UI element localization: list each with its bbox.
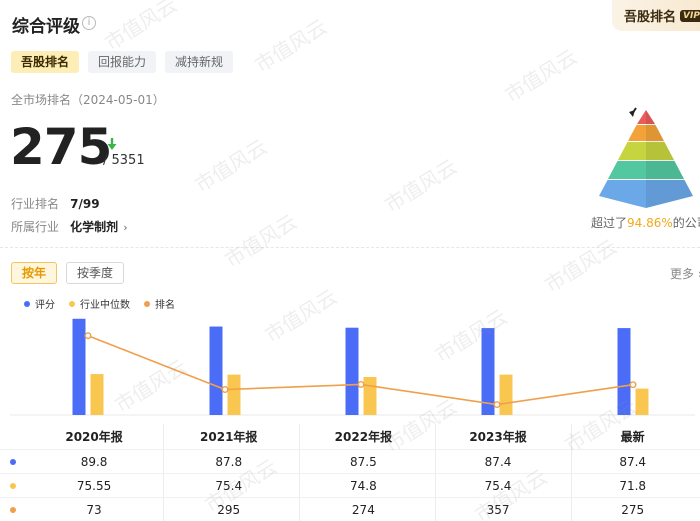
bar-score[interactable] [72, 318, 86, 415]
watermark: 市值风云 [540, 234, 622, 298]
info-icon[interactable]: i [82, 16, 96, 30]
table-cell: 87.5 [350, 454, 377, 469]
watermark: 市值风云 [220, 209, 302, 273]
table-header-row: 2020年报 2021年报 2022年报 2023年报 最新 [0, 424, 700, 450]
tab-by-quarter[interactable]: 按季度 [66, 262, 125, 284]
tab-by-year[interactable]: 按年 [11, 262, 58, 284]
table-cell: 295 [217, 502, 241, 517]
column-separator [299, 424, 300, 521]
row-dot-median [10, 482, 17, 489]
column-separator [571, 424, 572, 521]
rank-point[interactable] [84, 332, 92, 340]
chart-legend: 评分 行业中位数 排名 [24, 296, 175, 311]
legend-item-rank[interactable]: 排名 [144, 296, 175, 311]
watermark: 市值风云 [100, 0, 182, 56]
table-header-cell: 最新 [620, 430, 645, 444]
top-tabs: 吾股排名 回报能力 减持新规 [11, 51, 234, 73]
industry-rank-value: 7/99 [70, 197, 100, 211]
promo-label: 吾股排名 [624, 10, 677, 25]
table-row-score: 89.8 87.8 87.5 87.4 87.4 [0, 450, 700, 474]
table-cell: 87.4 [484, 454, 512, 469]
table-cell: 89.8 [80, 454, 108, 469]
page-title: 综合评级 [12, 17, 80, 37]
watermark: 市值风云 [380, 154, 462, 218]
table-cell: 75.4 [484, 478, 512, 493]
promo-banner[interactable]: 吾股排名 VIP [612, 0, 700, 31]
column-separator [435, 424, 436, 521]
table-cell: 274 [351, 502, 375, 517]
vip-badge: VIP [680, 9, 700, 22]
table-header-cell: 2023年报 [469, 430, 527, 444]
industry-value[interactable]: 化学制剂 [70, 220, 118, 234]
more-link[interactable]: 更多 › [670, 265, 700, 282]
legend-item-median[interactable]: 行业中位数 [69, 296, 130, 311]
bar-score[interactable] [209, 326, 223, 415]
bar-median[interactable] [90, 374, 104, 415]
table-header-cell: 2021年报 [200, 430, 258, 444]
row-dot-rank [10, 506, 17, 513]
bar-median[interactable] [227, 374, 241, 415]
market-rank-label: 全市场排名（2024-05-01） [11, 93, 165, 107]
table-header-cell: 2020年报 [65, 430, 123, 444]
watermark: 市值风云 [250, 14, 332, 78]
table-cell: 71.8 [619, 478, 647, 493]
legend-dot-score [24, 300, 30, 307]
rank-point[interactable] [629, 381, 637, 389]
table-row-rank: 73 295 274 357 275 [0, 498, 700, 521]
pyramid-icon [599, 107, 693, 208]
bar-median[interactable] [499, 374, 513, 415]
beat-percent: 94.86% [627, 216, 673, 230]
rating-chart [10, 318, 695, 416]
legend-item-score[interactable]: 评分 [24, 296, 55, 311]
market-rank-total: / 5351 [103, 153, 145, 168]
row-dot-score [10, 458, 17, 465]
rank-point[interactable] [221, 386, 229, 394]
table-cell: 75.4 [215, 478, 243, 493]
tab-reduction-rules[interactable]: 减持新规 [165, 51, 234, 73]
table-row-median: 75.55 75.4 74.8 75.4 71.8 [0, 474, 700, 498]
bar-median[interactable] [635, 388, 649, 415]
bar-median[interactable] [363, 376, 377, 415]
table-cell: 73 [86, 502, 102, 517]
column-separator [163, 424, 164, 521]
market-rank-value: 275 [10, 118, 112, 176]
table-cell: 87.4 [619, 454, 647, 469]
bar-score[interactable] [345, 327, 359, 415]
bar-score[interactable] [617, 328, 631, 415]
table-cell: 275 [621, 502, 645, 517]
industry-label: 所属行业 [11, 220, 60, 234]
rating-table: 2020年报 2021年报 2022年报 2023年报 最新 89.8 87.8… [0, 424, 700, 521]
tab-wugu-rank[interactable]: 吾股排名 [11, 51, 80, 73]
divider [0, 247, 700, 248]
watermark: 市值风云 [190, 134, 272, 198]
rank-point[interactable] [493, 401, 501, 409]
table-cell: 75.55 [76, 478, 112, 493]
rank-point[interactable] [357, 380, 365, 388]
chevron-right-icon: › [123, 221, 128, 234]
trend-down-icon [107, 138, 117, 150]
period-tabs: 按年 按季度 [11, 262, 125, 284]
table-cell: 87.8 [215, 454, 243, 469]
table-cell: 357 [486, 502, 510, 517]
table-header-cell: 2022年报 [334, 430, 393, 444]
industry-rank-row: 行业排名 7/99 [11, 193, 100, 212]
rank-line [87, 334, 634, 406]
industry-row[interactable]: 所属行业 化学制剂 › [11, 216, 128, 235]
industry-rank-label: 行业排名 [11, 197, 60, 211]
watermark: 市值风云 [500, 44, 582, 108]
legend-dot-median [69, 300, 75, 307]
beat-percentage-text: 超过了94.86%的公司 [591, 216, 700, 230]
tab-return-ability[interactable]: 回报能力 [88, 51, 157, 73]
legend-dot-rank [144, 300, 150, 307]
table-cell: 74.8 [350, 478, 377, 493]
